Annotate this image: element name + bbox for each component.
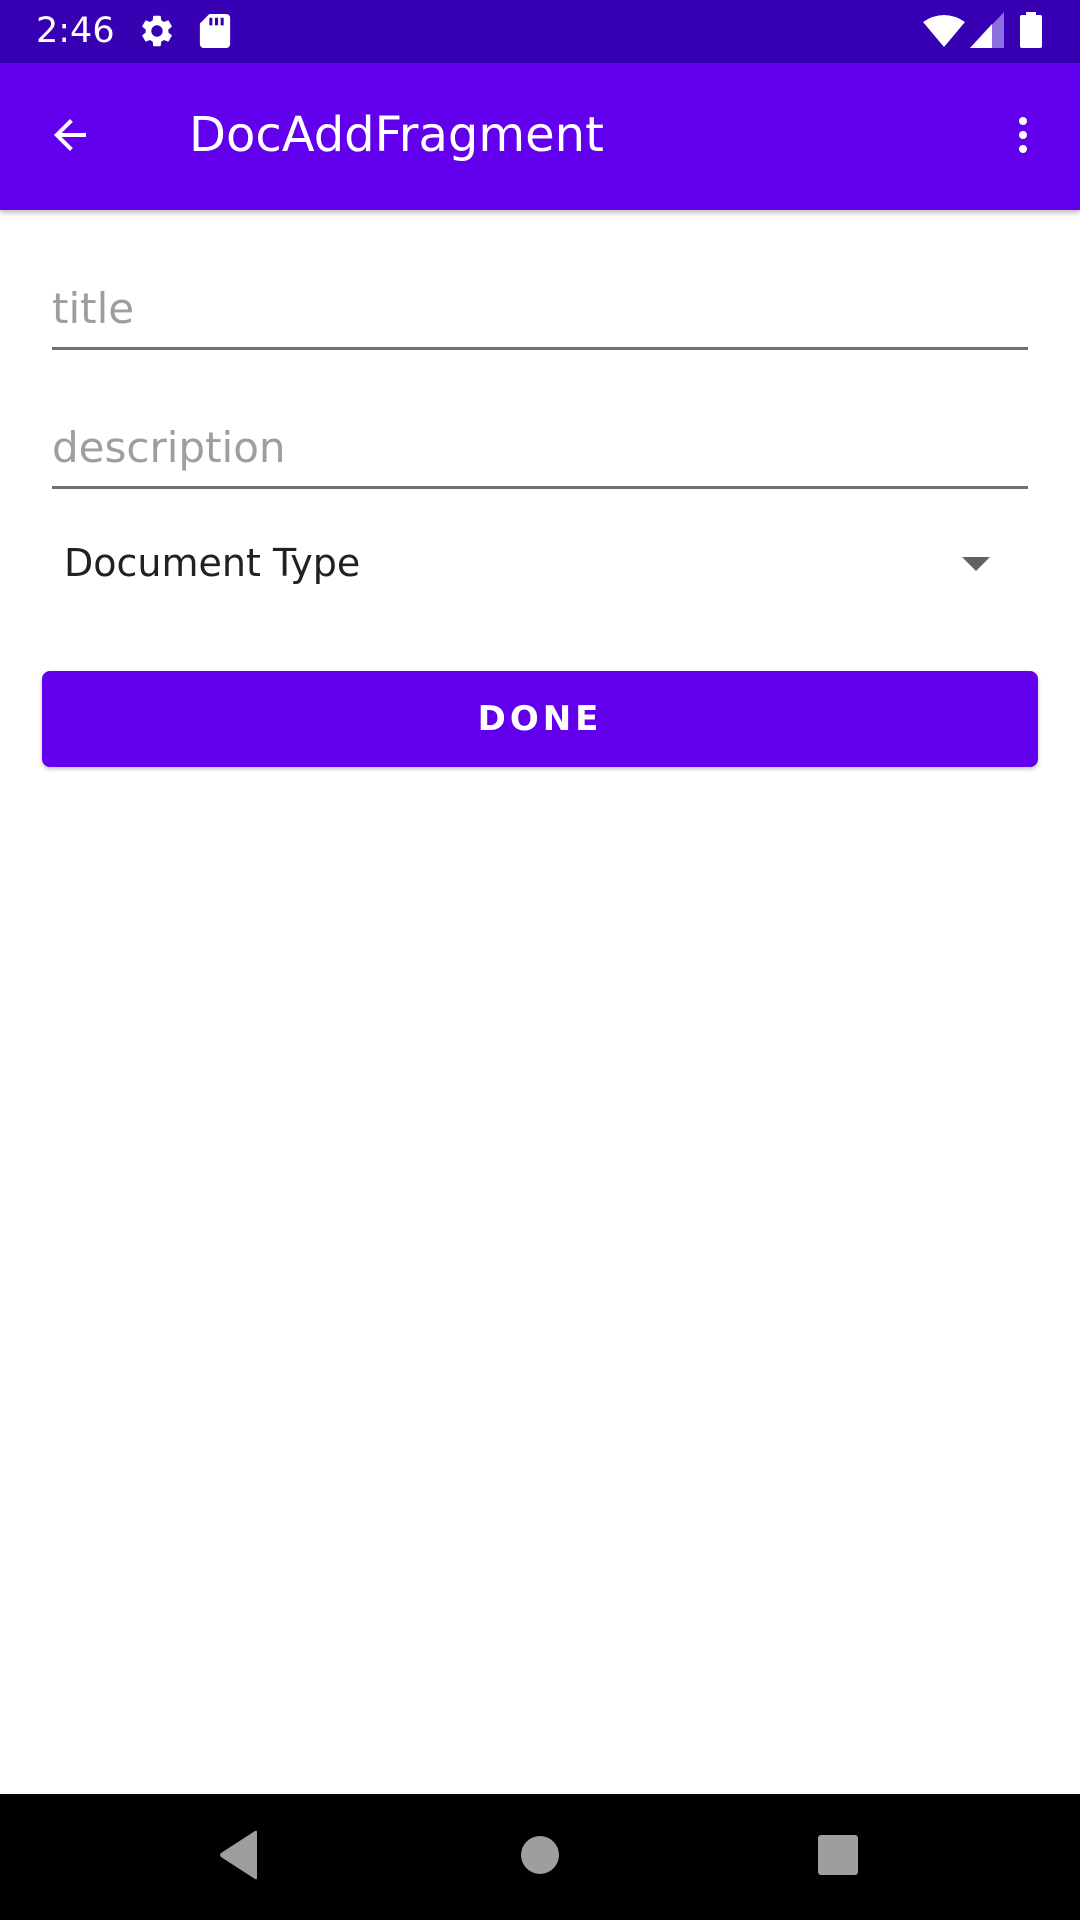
battery-icon [1020, 12, 1042, 52]
back-button[interactable] [34, 101, 106, 173]
document-type-label: Document Type [64, 541, 361, 585]
page-title: DocAddFragment [189, 107, 604, 163]
home-circle-icon [520, 1835, 560, 1879]
nav-home-button[interactable] [504, 1821, 576, 1893]
document-type-spinner[interactable]: Document Type [52, 525, 1028, 605]
sd-card-icon [198, 12, 232, 54]
title-input[interactable] [52, 270, 1028, 350]
app-bar: DocAddFragment [0, 63, 1080, 210]
signal-icon [970, 12, 1004, 52]
arrow-back-icon [46, 111, 94, 163]
overflow-menu-button[interactable] [987, 101, 1059, 173]
nav-back-button[interactable] [203, 1821, 275, 1893]
wifi-icon [922, 14, 966, 52]
dropdown-arrow-icon [960, 555, 992, 577]
system-nav-bar [0, 1794, 1080, 1920]
done-button[interactable]: DONE [42, 671, 1038, 767]
recents-square-icon [818, 1835, 858, 1879]
status-time: 2:46 [36, 11, 115, 51]
nav-recents-button[interactable] [802, 1821, 874, 1893]
description-input[interactable] [52, 409, 1028, 489]
status-bar: 2:46 [0, 0, 1080, 63]
more-vert-icon [999, 111, 1047, 163]
back-triangle-icon [217, 1830, 261, 1884]
gear-icon [138, 12, 176, 54]
